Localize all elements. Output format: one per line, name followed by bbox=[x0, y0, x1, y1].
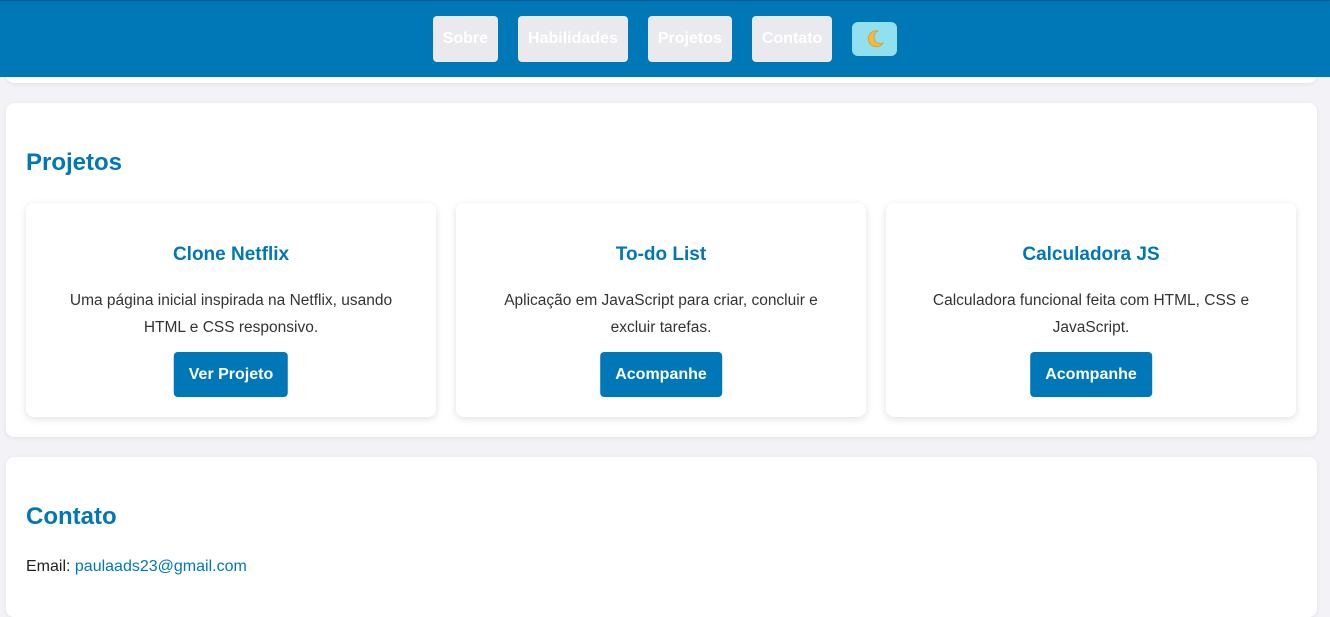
projects-title: Projetos bbox=[26, 149, 123, 176]
nav-sobre-button[interactable]: Sobre bbox=[432, 16, 499, 62]
contact-section: Contato Email: paulaads23@gmail.com bbox=[6, 457, 1317, 617]
project-card-todo: To-do List Aplicação em JavaScript para … bbox=[456, 203, 866, 417]
project-card-title: Calculadora JS bbox=[1022, 244, 1160, 265]
project-card-description: Calculadora funcional feita com HTML, CS… bbox=[932, 292, 1250, 336]
email-label: Email: bbox=[26, 558, 71, 575]
nav-contato-button[interactable]: Contato bbox=[751, 16, 833, 62]
theme-toggle-button[interactable] bbox=[852, 22, 898, 56]
contact-title: Contato bbox=[26, 503, 117, 530]
project-card-title: To-do List bbox=[615, 244, 707, 265]
acompanhe-calculadora-button[interactable]: Acompanhe bbox=[1030, 352, 1152, 397]
contact-email-line: Email: paulaads23@gmail.com bbox=[26, 558, 247, 576]
acompanhe-todo-button[interactable]: Acompanhe bbox=[600, 352, 722, 397]
nav-habilidades-button[interactable]: Habilidades bbox=[518, 16, 628, 62]
projects-section: Projetos Clone Netflix Uma página inicia… bbox=[6, 103, 1317, 437]
top-navbar: Sobre Habilidades Projetos Contato bbox=[0, 0, 1330, 77]
email-link[interactable]: paulaads23@gmail.com bbox=[75, 558, 247, 575]
project-card-calculadora: Calculadora JS Calculadora funcional fei… bbox=[886, 203, 1296, 417]
moon-icon bbox=[867, 30, 884, 48]
project-card-netflix: Clone Netflix Uma página inicial inspira… bbox=[26, 203, 436, 417]
project-card-title: Clone Netflix bbox=[172, 244, 290, 265]
nav-projetos-button[interactable]: Projetos bbox=[647, 16, 732, 62]
project-cards: Clone Netflix Uma página inicial inspira… bbox=[26, 203, 1296, 417]
project-card-description: Uma página inicial inspirada na Netflix,… bbox=[69, 292, 393, 336]
project-card-description: Aplicação em JavaScript para criar, conc… bbox=[504, 292, 818, 336]
ver-projeto-button[interactable]: Ver Projeto bbox=[173, 352, 289, 397]
